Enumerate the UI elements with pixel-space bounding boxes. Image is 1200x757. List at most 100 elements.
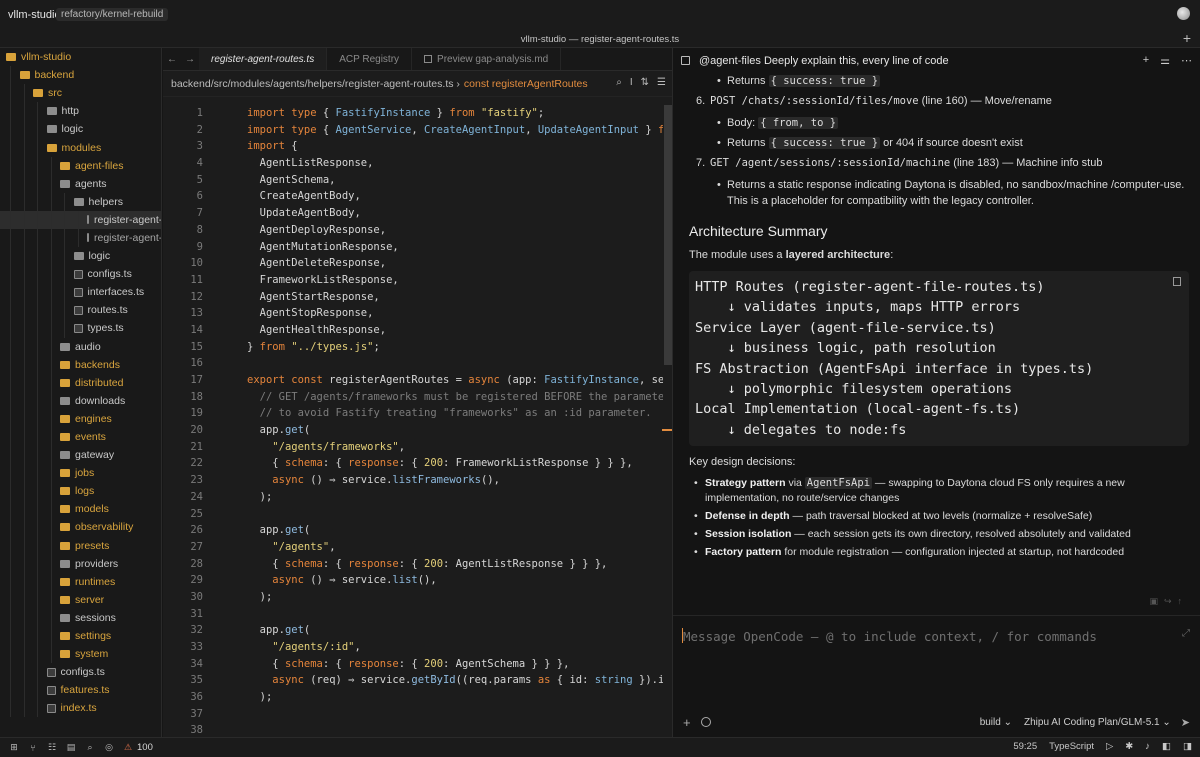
editor-menu-icon[interactable]: ☰ xyxy=(657,77,666,88)
debug-icon[interactable]: ✱ xyxy=(1125,741,1133,752)
file-item[interactable]: interfaces.ts xyxy=(0,283,161,302)
folder-item[interactable]: gateway xyxy=(0,446,161,465)
text-cursor-icon[interactable]: I xyxy=(630,77,633,88)
history-icon[interactable]: ⚌ xyxy=(1160,54,1170,67)
expand-icon[interactable]: ⤢ xyxy=(1182,628,1190,639)
split-icon[interactable]: ⇅ xyxy=(641,77,649,88)
copy-icon[interactable] xyxy=(1173,277,1181,286)
file-item[interactable]: configs.ts xyxy=(0,265,161,284)
code-line[interactable]: 10 AgentDeleteResponse, xyxy=(163,255,663,272)
code-line[interactable]: 5 AgentSchema, xyxy=(163,172,663,189)
avatar[interactable] xyxy=(1177,7,1190,20)
search-icon[interactable]: ⌕ xyxy=(616,77,622,88)
code-line[interactable]: 2 import type { AgentService, CreateAgent… xyxy=(163,122,663,139)
tab-preview-gap-analysis[interactable]: Preview gap-analysis.md xyxy=(412,48,562,70)
folder-item[interactable]: http xyxy=(0,102,161,121)
code-area[interactable]: 1 import type { FastifyInstance } from "f… xyxy=(163,105,663,737)
folder-item[interactable]: logic xyxy=(0,120,161,139)
editor-scrollbar[interactable] xyxy=(664,105,672,365)
project-name[interactable]: vllm-studio xyxy=(8,9,61,21)
folder-item[interactable]: agents xyxy=(0,174,161,193)
code-line[interactable]: 11 FrameworkListResponse, xyxy=(163,272,663,289)
code-line[interactable]: 7 UpdateAgentBody, xyxy=(163,205,663,222)
folder-item[interactable]: audio xyxy=(0,337,161,356)
code-line[interactable]: 37 xyxy=(163,706,663,723)
mode-select[interactable]: build ⌄ xyxy=(980,717,1012,728)
code-line[interactable]: 16 xyxy=(163,355,663,372)
folder-item[interactable]: backends xyxy=(0,355,161,374)
code-line[interactable]: 23 async () ⇒ service.listFrameworks(), xyxy=(163,472,663,489)
code-line[interactable]: 34 { schema: { response: { 200: AgentSch… xyxy=(163,656,663,673)
add-attachment-icon[interactable]: + xyxy=(683,715,691,730)
folder-item[interactable]: distributed xyxy=(0,373,161,392)
diagnostics-icon[interactable]: ◎ xyxy=(104,742,114,753)
code-line[interactable]: 35 async (req) ⇒ service.getById((req.pa… xyxy=(163,672,663,689)
code-line[interactable]: 21 "/agents/frameworks", xyxy=(163,439,663,456)
code-line[interactable]: 36 ); xyxy=(163,689,663,706)
folder-item[interactable]: settings xyxy=(0,627,161,646)
file-item[interactable]: index.ts xyxy=(0,699,161,718)
code-line[interactable]: 28 { schema: { response: { 200: AgentLis… xyxy=(163,556,663,573)
file-item[interactable]: register-agent-routes.ts xyxy=(0,210,161,229)
terminal-icon[interactable]: ▤ xyxy=(66,742,76,753)
branch-badge[interactable]: refactory/kernel-rebuild xyxy=(56,8,169,21)
list-icon[interactable]: ☷ xyxy=(47,742,57,753)
folder-item[interactable]: downloads xyxy=(0,391,161,410)
folder-item[interactable]: helpers xyxy=(0,192,161,211)
warning-count[interactable]: 100 xyxy=(137,742,153,753)
language-mode[interactable]: TypeScript xyxy=(1049,741,1094,752)
folder-item[interactable]: jobs xyxy=(0,464,161,483)
code-line[interactable]: 32 app.get( xyxy=(163,622,663,639)
send-button[interactable]: ➤ xyxy=(1181,716,1190,729)
folder-item[interactable]: agent-files xyxy=(0,156,161,175)
code-line[interactable]: 24 ); xyxy=(163,489,663,506)
folder-item[interactable]: runtimes xyxy=(0,572,161,591)
code-line[interactable]: 17 export const registerAgentRoutes = asy… xyxy=(163,372,663,389)
code-line[interactable]: 20 app.get( xyxy=(163,422,663,439)
warning-icon[interactable]: ⚠ xyxy=(123,742,133,753)
model-select[interactable]: Zhipu AI Coding Plan/GLM-5.1 ⌄ xyxy=(1024,717,1171,728)
scroll-up-icon[interactable]: ↑ xyxy=(1178,596,1183,607)
forward-arrow-icon[interactable]: → xyxy=(181,48,199,70)
code-line[interactable]: 31 xyxy=(163,606,663,623)
file-item[interactable]: register-agent-file-routes.ts xyxy=(0,228,161,248)
folder-item[interactable]: engines xyxy=(0,409,161,428)
code-line[interactable]: 29 async () ⇒ service.list(), xyxy=(163,572,663,589)
save-icon[interactable]: ▣ xyxy=(1149,596,1158,607)
code-line[interactable]: 8 AgentDeployResponse, xyxy=(163,222,663,239)
layout-icon[interactable]: ⊞ xyxy=(9,742,19,753)
code-line[interactable]: 18 // GET /agents/frameworks must be reg… xyxy=(163,389,663,406)
code-line[interactable]: 15} from "../types.js"; xyxy=(163,339,663,356)
git-branch-icon[interactable]: ⑂ xyxy=(28,743,38,753)
message-input[interactable] xyxy=(683,629,1163,644)
panel-icon[interactable]: ◨ xyxy=(1183,741,1192,752)
tab-register-agent-routes[interactable]: register-agent-routes.ts xyxy=(199,48,328,70)
file-item[interactable]: types.ts xyxy=(0,319,161,338)
folder-item[interactable]: src xyxy=(0,84,161,103)
code-line[interactable]: 9 AgentMutationResponse, xyxy=(163,239,663,256)
folder-item[interactable]: logs xyxy=(0,482,161,501)
play-icon[interactable]: ▷ xyxy=(1106,741,1113,752)
new-tab-button[interactable]: + xyxy=(1183,30,1191,46)
code-line[interactable]: 26 app.get( xyxy=(163,522,663,539)
notification-icon[interactable]: ♪ xyxy=(1145,741,1150,752)
target-icon[interactable] xyxy=(700,717,711,727)
folder-item[interactable]: system xyxy=(0,645,161,664)
breadcrumb-symbol[interactable]: const registerAgentRoutes xyxy=(464,78,588,90)
code-line[interactable]: 30 ); xyxy=(163,589,663,606)
code-line[interactable]: 25 xyxy=(163,506,663,523)
cursor-position[interactable]: 59:25 xyxy=(1013,741,1037,752)
more-icon[interactable]: ⋯ xyxy=(1181,54,1192,67)
file-item[interactable]: features.ts xyxy=(0,681,161,700)
tab-acp-registry[interactable]: ACP Registry xyxy=(327,48,413,70)
code-line[interactable]: 27 "/agents", xyxy=(163,539,663,556)
back-arrow-icon[interactable]: ← xyxy=(163,48,181,70)
folder-item[interactable]: presets xyxy=(0,536,161,555)
folder-item[interactable]: observability xyxy=(0,518,161,537)
folder-item[interactable]: models xyxy=(0,500,161,519)
search-icon[interactable]: ⌕ xyxy=(85,742,95,753)
folder-item[interactable]: sessions xyxy=(0,608,161,627)
code-line[interactable]: 33 "/agents/:id", xyxy=(163,639,663,656)
share-icon[interactable]: ↪ xyxy=(1164,596,1172,607)
folder-item[interactable]: server xyxy=(0,590,161,609)
